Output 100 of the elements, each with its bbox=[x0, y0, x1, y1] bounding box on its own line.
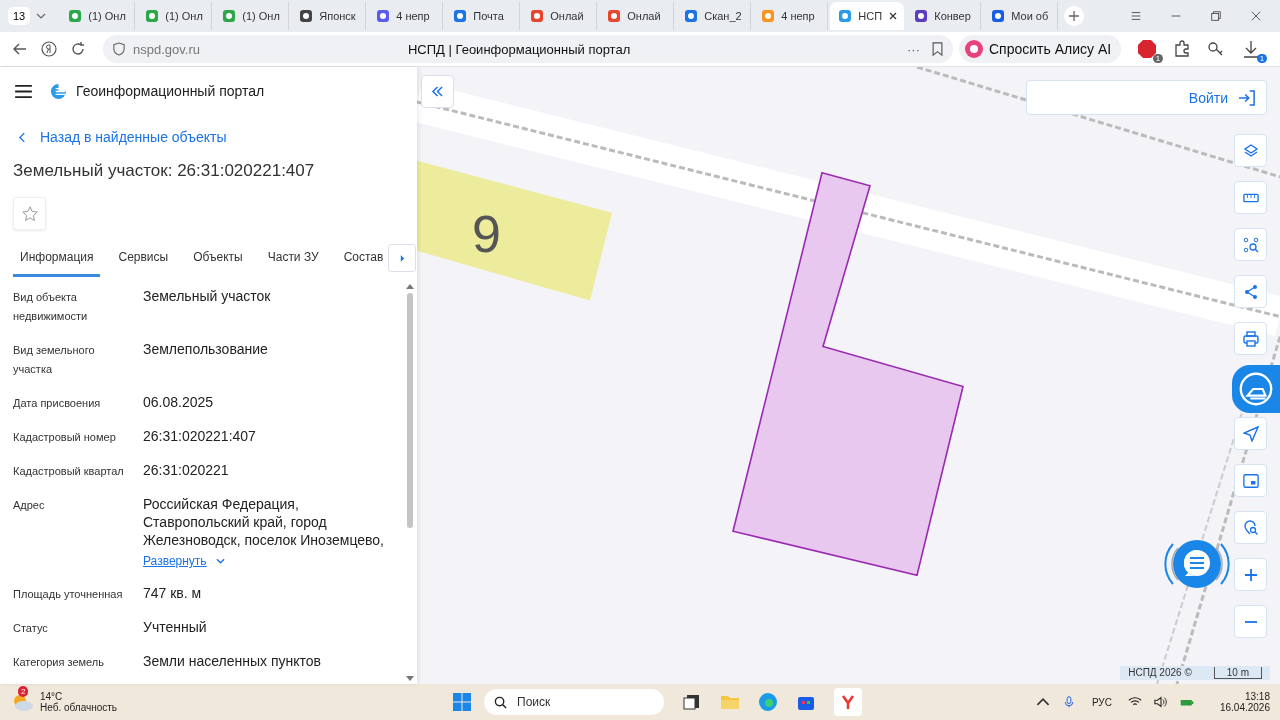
close-icon[interactable] bbox=[888, 11, 899, 21]
collapse-panel-button[interactable] bbox=[421, 75, 454, 108]
feature-button[interactable] bbox=[1232, 365, 1280, 413]
zoom-out-button[interactable] bbox=[1234, 605, 1267, 638]
portal-logo-icon bbox=[50, 82, 67, 100]
yandex-logo-icon[interactable] bbox=[41, 41, 57, 57]
browser-tab[interactable]: Конвер bbox=[906, 2, 982, 30]
share-icon bbox=[1242, 283, 1259, 300]
clock-time[interactable]: 13:18 bbox=[1244, 691, 1270, 702]
field-value: Учтенный bbox=[143, 618, 208, 636]
folder-chat-icon bbox=[1237, 370, 1275, 408]
site-favicon-icon bbox=[684, 9, 699, 23]
yandex-browser-icon[interactable] bbox=[834, 688, 862, 716]
new-tab-icon[interactable] bbox=[1064, 6, 1085, 26]
site-favicon-icon bbox=[299, 9, 314, 23]
keyboard-language[interactable]: РУС bbox=[1091, 696, 1112, 708]
login-button[interactable]: Войти bbox=[1026, 80, 1267, 115]
minus-icon bbox=[1242, 620, 1259, 623]
printer-icon bbox=[1242, 330, 1259, 347]
minimap-button[interactable] bbox=[1234, 464, 1267, 497]
site-favicon-icon bbox=[607, 9, 622, 23]
arrow-up-icon[interactable] bbox=[406, 283, 414, 289]
weather-text: Неб. облачность bbox=[40, 702, 118, 713]
browser-tab[interactable]: (1) Онл bbox=[137, 2, 213, 30]
info-tab[interactable]: Сервисы bbox=[111, 242, 176, 277]
site-favicon-icon bbox=[991, 9, 1006, 23]
search-icon bbox=[494, 695, 507, 709]
windows-start-icon[interactable] bbox=[452, 692, 472, 712]
browser-tab[interactable]: 4 непр bbox=[753, 2, 829, 30]
adblock-icon[interactable] bbox=[1137, 39, 1158, 59]
puzzle-icon[interactable] bbox=[1173, 40, 1192, 58]
info-tab[interactable]: Состав bbox=[336, 242, 391, 277]
print-button[interactable] bbox=[1234, 322, 1267, 355]
browser-tab[interactable]: НСП bbox=[830, 2, 905, 30]
double-chevron-left-icon bbox=[431, 86, 444, 97]
chevron-up-icon[interactable] bbox=[1035, 696, 1050, 708]
address-bar[interactable]: nspd.gov.ru НСПД | Геоинформационный портал ··· bbox=[103, 35, 953, 63]
browser-tab[interactable]: (1) Онл bbox=[214, 2, 290, 30]
wifi-icon[interactable] bbox=[1127, 696, 1142, 708]
clock-date[interactable]: 16.04.2026 bbox=[1219, 702, 1270, 713]
navigation-button[interactable] bbox=[1234, 417, 1267, 450]
map-canvas[interactable]: 9 Войти НСПД 2026 © 10 m bbox=[417, 67, 1280, 684]
area-search-icon bbox=[1242, 236, 1259, 253]
ask-alice-button[interactable]: Спросить Алису AI bbox=[959, 35, 1122, 63]
speaker-icon[interactable] bbox=[1153, 696, 1168, 708]
tab-counter[interactable]: 13 bbox=[8, 7, 31, 25]
site-favicon-icon bbox=[914, 9, 929, 23]
reload-icon[interactable] bbox=[70, 41, 86, 57]
locate-button[interactable] bbox=[1234, 511, 1267, 544]
field-value: Земли населенных пунктов bbox=[143, 652, 323, 670]
share-button[interactable] bbox=[1234, 275, 1267, 308]
site-favicon-icon bbox=[222, 9, 237, 23]
browser-tab[interactable]: Мои об bbox=[983, 2, 1059, 30]
field-label: Кадастровый номер bbox=[13, 430, 117, 445]
browser-tab[interactable]: Скан_2 bbox=[676, 2, 752, 30]
field-value: Землепользование bbox=[143, 340, 269, 358]
layers-button[interactable] bbox=[1234, 134, 1267, 167]
info-tab[interactable]: Информация bbox=[13, 242, 101, 277]
field-value: 26:31:020221:407 bbox=[143, 427, 257, 445]
portal-title: Геоинформационный портал bbox=[76, 83, 265, 99]
field-value: 06.08.2025 bbox=[143, 393, 215, 411]
taskbar-search-field[interactable]: Поиск bbox=[484, 689, 664, 715]
browser-tab[interactable]: Онлай bbox=[599, 2, 675, 30]
back-arrow-icon[interactable] bbox=[12, 41, 28, 57]
info-tab[interactable]: Части ЗУ bbox=[260, 242, 326, 277]
browser-tab[interactable]: Онлай bbox=[522, 2, 598, 30]
pin-search-icon bbox=[1242, 519, 1259, 536]
field-label: Вид земельного участка bbox=[13, 343, 96, 377]
ruler-button[interactable] bbox=[1234, 181, 1267, 214]
site-favicon-icon bbox=[145, 9, 160, 23]
info-tab[interactable]: Объекты bbox=[186, 242, 250, 277]
field-label: Дата присвоения bbox=[13, 396, 102, 411]
land-parcel[interactable] bbox=[732, 171, 964, 577]
map-label: 9 bbox=[472, 204, 501, 263]
browser-tab[interactable]: Японск bbox=[291, 2, 367, 30]
close-icon[interactable] bbox=[1250, 10, 1262, 22]
arrow-down-icon[interactable] bbox=[406, 676, 414, 682]
shield-icon[interactable] bbox=[113, 42, 125, 56]
star-icon bbox=[20, 204, 39, 223]
chevron-left-icon bbox=[19, 131, 26, 143]
count-badge: 1 bbox=[1256, 54, 1268, 63]
browser-tab[interactable]: (1) Онл bbox=[60, 2, 136, 30]
browser-tab[interactable]: Почта bbox=[445, 2, 521, 30]
field-label: Адрес bbox=[13, 498, 46, 513]
restore-icon[interactable] bbox=[1210, 10, 1222, 22]
edge-browser-icon[interactable] bbox=[758, 692, 778, 712]
back-link[interactable]: Назад в найденные объекты bbox=[19, 129, 227, 145]
site-favicon-icon bbox=[376, 9, 391, 23]
browser-tab[interactable]: 4 непр bbox=[368, 2, 444, 30]
expand-link[interactable]: Развернуть bbox=[143, 552, 225, 570]
chevron-down-icon[interactable] bbox=[36, 13, 47, 19]
zoom-in-button[interactable] bbox=[1234, 558, 1267, 591]
count-badge: 1 bbox=[1152, 54, 1164, 63]
area-search-button[interactable] bbox=[1234, 228, 1267, 261]
chevron-down-icon bbox=[215, 558, 225, 564]
task-view-icon[interactable] bbox=[682, 692, 702, 712]
bookmark-icon[interactable] bbox=[932, 42, 943, 56]
site-favicon-icon bbox=[838, 9, 853, 23]
more-menu[interactable]: ··· bbox=[907, 41, 920, 57]
menu-icon[interactable] bbox=[15, 84, 32, 98]
